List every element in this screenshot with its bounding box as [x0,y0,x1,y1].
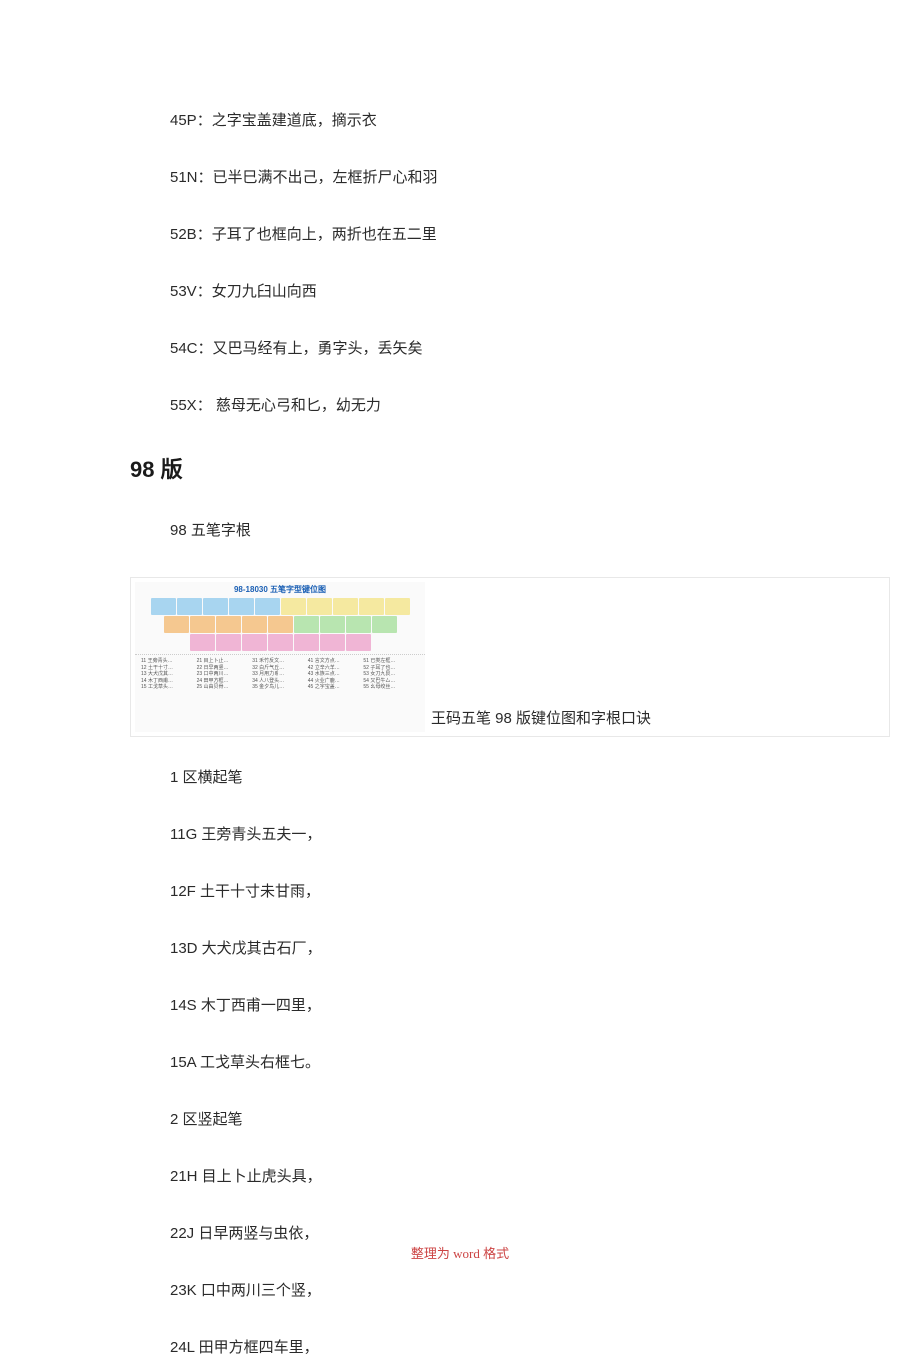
mnemonic-line: 15A 工戈草头右框七。 [170,1052,830,1073]
figure-caption: 王码五笔 98 版键位图和字根口诀 [425,707,651,732]
kb-key [190,634,215,651]
keyboard-figure: 98-18030 五笔字型键位图 [130,577,890,737]
kb-key [320,616,345,633]
kb-key [333,598,358,615]
kb-key [320,634,345,651]
kb-key [359,598,384,615]
kb-key [190,616,215,633]
kb-key [307,598,332,615]
kb-key [346,634,371,651]
mnemonic-line: 55X： 慈母无心弓和匕，幼无力 [170,395,830,416]
kb-key [268,616,293,633]
keyboard-footer-text: 11 王旁青头…12 土干十寸…13 大犬戊其…14 木丁西甫…15 工戈草头…… [135,654,425,694]
mnemonic-line: 53V：女刀九臼山向西 [170,281,830,302]
keyboard-row [135,598,425,615]
keyboard-image-title: 98-18030 五笔字型键位图 [135,584,425,595]
sub-heading: 98 五笔字根 [170,520,830,541]
kb-key [294,616,319,633]
kb-key [242,616,267,633]
mnemonic-line: 54C：又巴马经有上，勇字头，丢矢矣 [170,338,830,359]
mnemonic-line: 52B：子耳了也框向上，两折也在五二里 [170,224,830,245]
kb-key [255,598,280,615]
mnemonic-line: 1 区横起笔 [170,767,830,788]
kb-key [268,634,293,651]
kb-key [177,598,202,615]
keyboard-layout-image: 98-18030 五笔字型键位图 [135,582,425,732]
page-footer: 整理为 word 格式 [0,1243,920,1262]
kb-key [151,598,176,615]
mnemonic-line: 45P：之字宝盖建道底，摘示衣 [170,110,830,131]
kb-key [281,598,306,615]
kb-key [242,634,267,651]
keyboard-row [135,616,425,633]
keyboard-row [135,634,425,651]
mnemonic-line: 2 区竖起笔 [170,1109,830,1130]
kb-key [229,598,254,615]
mnemonic-line: 24L 田甲方框四车里， [170,1337,830,1358]
mnemonic-line: 23K 口中两川三个竖， [170,1280,830,1301]
mnemonic-line: 11G 王旁青头五夫一， [170,824,830,845]
section-heading: 98 版 [130,452,830,484]
kb-key [216,634,241,651]
kb-key [203,598,228,615]
document-content: 45P：之字宝盖建道底，摘示衣 51N：已半巳满不出己，左框折尸心和羽 52B：… [0,0,920,1358]
mnemonic-line: 14S 木丁西甫一四里， [170,995,830,1016]
kb-key [164,616,189,633]
mnemonic-line: 22J 日早两竖与虫依， [170,1223,830,1244]
mnemonic-line: 51N：已半巳满不出己，左框折尸心和羽 [170,167,830,188]
kb-key [294,634,319,651]
kb-key [346,616,371,633]
kb-key [216,616,241,633]
kb-key [385,598,410,615]
mnemonic-line: 12F 土干十寸未甘雨， [170,881,830,902]
mnemonic-line: 13D 大犬戊其古石厂， [170,938,830,959]
mnemonic-line: 21H 目上卜止虎头具， [170,1166,830,1187]
kb-key [372,616,397,633]
